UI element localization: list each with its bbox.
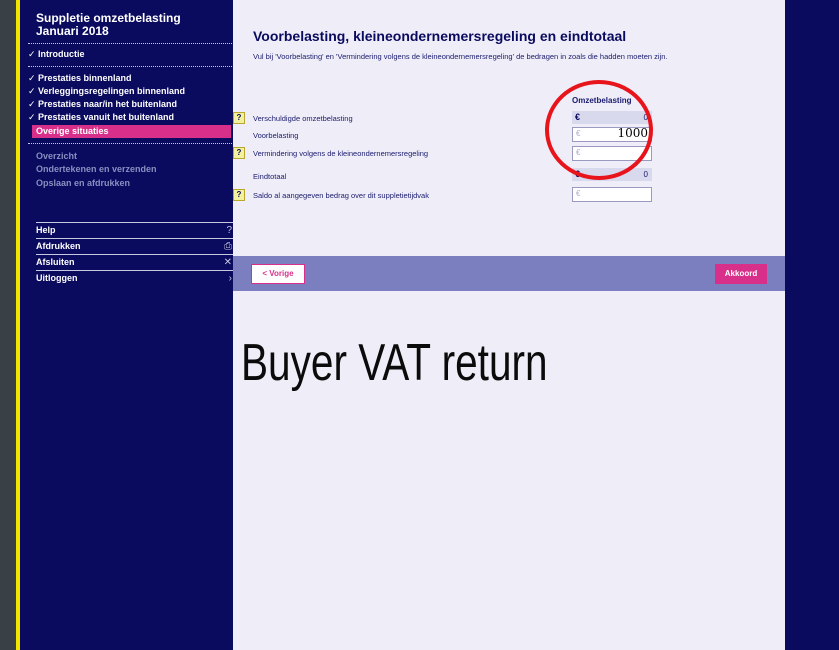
menu-uitloggen[interactable]: Uitloggen › [36, 270, 236, 286]
divider [28, 43, 244, 44]
checkmark-icon: ✓ [28, 73, 36, 83]
checkmark-icon: ✓ [28, 86, 36, 96]
right-margin [785, 0, 839, 650]
saldo-input[interactable]: € [572, 187, 652, 202]
step-overzicht: Overzicht [36, 151, 78, 161]
sidebar-title-line2: Januari 2018 [36, 24, 109, 38]
step-ondertekenen: Ondertekenen en verzenden [36, 164, 157, 174]
checkmark-icon: ✓ [28, 99, 36, 109]
row-label: Verschuldigde omzetbelasting [253, 114, 353, 123]
help-icon[interactable]: ? [233, 189, 245, 201]
row-label: Voorbelasting [253, 131, 299, 140]
divider [28, 143, 244, 144]
step-overige-situaties[interactable]: Overige situaties [32, 125, 231, 138]
help-icon: ? [226, 225, 232, 236]
checkmark-icon: ✓ [28, 112, 36, 122]
help-icon[interactable]: ? [233, 112, 245, 124]
page-title: Voorbelasting, kleineondernemersregeling… [253, 28, 627, 44]
row-label: Saldo al aangegeven bedrag over dit supp… [253, 191, 429, 200]
step-prestaties-naar-buitenland[interactable]: ✓ Prestaties naar/in het buitenland [28, 98, 177, 111]
step-prestaties-binnenland[interactable]: ✓ Prestaties binnenland [28, 72, 132, 85]
print-icon: ⎙ [224, 241, 232, 252]
sidebar-title: Suppletie omzetbelasting Januari 2018 [36, 12, 181, 38]
sidebar: Suppletie omzetbelasting Januari 2018 ✓ I… [20, 0, 244, 650]
divider [28, 66, 244, 67]
close-icon: ✕ [223, 257, 232, 268]
step-introductie[interactable]: ✓ Introductie [28, 48, 85, 61]
row-label: Vermindering volgens de kleineondernemer… [253, 149, 429, 158]
chevron-right-icon: › [228, 273, 232, 284]
step-opslaan: Opslaan en afdrukken [36, 178, 131, 188]
step-verleggingsregelingen[interactable]: ✓ Verleggingsregelingen binnenland [28, 85, 185, 98]
akkoord-button[interactable]: Akkoord [715, 264, 767, 284]
help-icon[interactable]: ? [233, 147, 245, 159]
screenshot-frame: Suppletie omzetbelasting Januari 2018 ✓ I… [0, 0, 839, 650]
navigation-bar: < Vorige Akkoord [233, 256, 785, 291]
intro-text: Vul bij 'Voorbelasting' en 'Vermindering… [253, 52, 668, 61]
main-content: Voorbelasting, kleineondernemersregeling… [233, 0, 785, 650]
row-label: Eindtotaal [253, 172, 287, 181]
menu-help[interactable]: Help ? [36, 222, 236, 238]
menu-afsluiten[interactable]: Afsluiten ✕ [36, 254, 236, 270]
checkmark-icon: ✓ [28, 49, 36, 59]
previous-button[interactable]: < Vorige [251, 264, 305, 284]
menu-afdrukken[interactable]: Afdrukken ⎙ [36, 238, 236, 254]
annotation-circle [545, 80, 653, 180]
overlay-caption: Buyer VAT return [241, 334, 548, 392]
left-margin [0, 0, 16, 650]
step-prestaties-vanuit-buitenland[interactable]: ✓ Prestaties vanuit het buitenland [28, 111, 174, 124]
euro-icon: € [576, 189, 581, 198]
